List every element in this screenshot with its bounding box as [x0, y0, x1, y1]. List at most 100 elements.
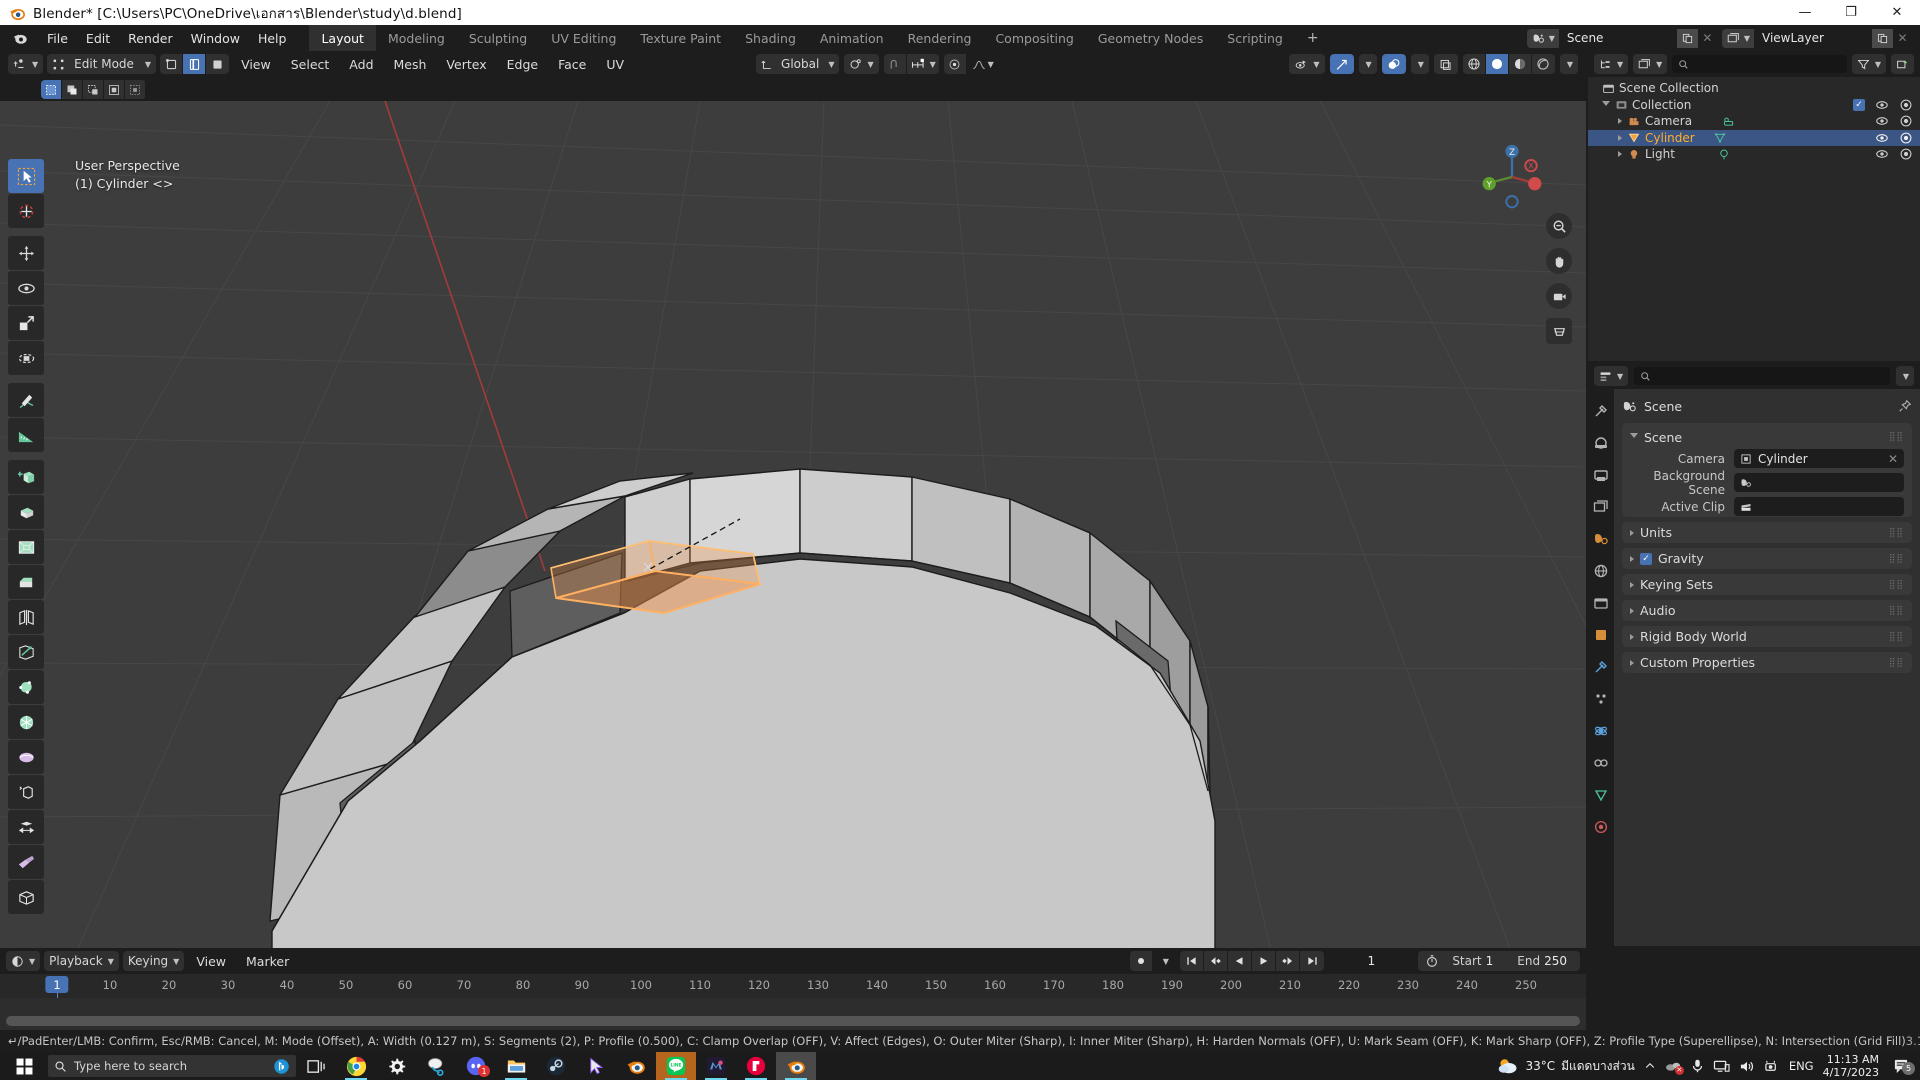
snap-settings-button[interactable]: ▼: [907, 54, 939, 74]
editor-type-selector[interactable]: ▼: [8, 54, 43, 74]
timeline-menu-view[interactable]: View: [188, 951, 234, 972]
tab-material-properties[interactable]: [1591, 817, 1611, 837]
chevron-right-icon[interactable]: [1630, 556, 1634, 562]
timeline-ruler[interactable]: 1 10 20 30 40 50 60 70 80 90 100 110 120…: [0, 974, 1586, 998]
weather-widget[interactable]: 33°C มีแดดบางส่วน: [1497, 1056, 1634, 1076]
viewport-menu-select[interactable]: Select: [283, 54, 338, 75]
outliner-display-mode-button[interactable]: ▼: [1633, 54, 1667, 74]
tab-scene-properties[interactable]: [1591, 529, 1611, 549]
tab-particle-properties[interactable]: [1591, 689, 1611, 709]
new-collection-button[interactable]: [1891, 54, 1914, 74]
tool-poly-build[interactable]: [8, 670, 44, 704]
volume-icon[interactable]: [1739, 1059, 1755, 1074]
jump-to-prev-keyframe-button[interactable]: [1204, 951, 1228, 971]
zoom-icon[interactable]: [1546, 213, 1572, 239]
viewlayer-name-text[interactable]: ViewLayer: [1754, 29, 1872, 48]
tool-scale[interactable]: [8, 306, 44, 340]
timeline-playhead[interactable]: 1: [45, 976, 68, 993]
snap-toggle-button[interactable]: [884, 54, 907, 74]
eye-icon[interactable]: [1875, 98, 1889, 112]
camera-render-icon[interactable]: [1899, 147, 1913, 161]
properties-options-button[interactable]: ▼: [1896, 366, 1914, 386]
tool-edge-slide[interactable]: [8, 810, 44, 844]
taskbar-app-cursor[interactable]: [576, 1052, 616, 1080]
tab-object-properties[interactable]: [1591, 625, 1611, 645]
taskbar-app-file-explorer[interactable]: [496, 1052, 536, 1080]
viewport-navigation-gizmo[interactable]: Z Y X: [1474, 139, 1550, 215]
timeline-menu-playback[interactable]: Playback▼: [44, 951, 119, 971]
visibility-selector[interactable]: ▼: [1289, 54, 1324, 74]
start-button[interactable]: [0, 1052, 48, 1080]
camera-render-icon[interactable]: [1899, 98, 1913, 112]
timeline-horizontal-scrollbar[interactable]: [6, 1016, 1580, 1026]
tool-knife[interactable]: [8, 635, 44, 669]
chevron-right-icon[interactable]: [1618, 118, 1622, 124]
tab-view-layer-properties[interactable]: [1591, 497, 1611, 517]
viewport-menu-mesh[interactable]: Mesh: [386, 54, 435, 75]
tab-compositing[interactable]: Compositing: [983, 25, 1085, 51]
camera-view-icon[interactable]: [1546, 283, 1572, 309]
tab-layout[interactable]: Layout: [309, 25, 376, 51]
jump-to-start-button[interactable]: [1180, 951, 1204, 971]
tool-cursor[interactable]: [8, 194, 44, 228]
tab-render-properties[interactable]: [1591, 433, 1611, 453]
menu-edit[interactable]: Edit: [77, 28, 119, 49]
maximize-button[interactable]: ❐: [1828, 0, 1874, 25]
end-frame-value[interactable]: 250: [1544, 954, 1578, 968]
tool-rip-region[interactable]: [8, 845, 44, 879]
tool-bevel[interactable]: [8, 565, 44, 599]
proportional-edit-toggle[interactable]: [944, 54, 967, 74]
rigid-body-world-panel[interactable]: Rigid Body World ⣿⣿: [1622, 626, 1912, 647]
timeline-menu-keying[interactable]: Keying▼: [123, 951, 184, 971]
vertex-select-mode-button[interactable]: [160, 54, 183, 74]
collection-checkbox[interactable]: ✓: [1853, 99, 1865, 111]
wireframe-shading-button[interactable]: [1463, 54, 1486, 74]
tool-add-cube[interactable]: [8, 460, 44, 494]
play-reverse-button[interactable]: [1228, 951, 1252, 971]
viewport-menu-uv[interactable]: UV: [598, 54, 632, 75]
chevron-right-icon[interactable]: [1630, 634, 1634, 640]
taskbar-app-discord[interactable]: 1: [456, 1052, 496, 1080]
remove-viewlayer-button[interactable]: ✕: [1893, 29, 1912, 48]
chevron-right-icon[interactable]: [1630, 582, 1634, 588]
tab-animation[interactable]: Animation: [808, 25, 896, 51]
tool-rotate[interactable]: [8, 271, 44, 305]
unlink-scene-button[interactable]: ✕: [1698, 29, 1717, 48]
tab-tool-properties[interactable]: [1591, 401, 1611, 421]
overlay-settings-dropdown[interactable]: ▼: [1411, 54, 1429, 74]
chevron-right-icon[interactable]: [1618, 135, 1622, 141]
properties-editor-type-button[interactable]: ▼: [1594, 366, 1628, 386]
show-hidden-icons-chevron-up-icon[interactable]: [1644, 1060, 1656, 1072]
tab-texture-paint[interactable]: Texture Paint: [628, 25, 733, 51]
chevron-right-icon[interactable]: [1630, 608, 1634, 614]
jump-to-next-keyframe-button[interactable]: [1276, 951, 1300, 971]
outliner-filter-button[interactable]: ▼: [1852, 54, 1886, 74]
tab-shading[interactable]: Shading: [733, 25, 808, 51]
tool-tweak-select[interactable]: [8, 159, 44, 193]
taskbar-search-input[interactable]: Type here to search: [48, 1055, 296, 1077]
microphone-icon[interactable]: [1691, 1058, 1704, 1074]
network-status-icon-wrap[interactable]: ✕: [1665, 1059, 1682, 1074]
tab-modifier-properties[interactable]: [1591, 657, 1611, 677]
close-button[interactable]: ✕: [1874, 0, 1920, 25]
chevron-down-icon[interactable]: [1630, 433, 1638, 441]
chevron-right-icon[interactable]: [1630, 660, 1634, 666]
tool-spin[interactable]: [8, 705, 44, 739]
view-layer-icon[interactable]: ▼: [1722, 29, 1754, 48]
tool-inset-faces[interactable]: [8, 530, 44, 564]
timeline-menu-marker[interactable]: Marker: [238, 951, 297, 972]
menu-window[interactable]: Window: [182, 28, 249, 49]
language-indicator[interactable]: ENG: [1789, 1059, 1814, 1073]
rendered-shading-button[interactable]: [1532, 54, 1555, 74]
tab-geometry-nodes[interactable]: Geometry Nodes: [1086, 25, 1215, 51]
tab-physics-properties[interactable]: [1591, 721, 1611, 741]
interaction-mode-selector[interactable]: Edit Mode ▼: [47, 54, 156, 74]
timeline-editor-type-button[interactable]: ▼: [6, 951, 40, 971]
chevron-down-icon[interactable]: [1602, 101, 1610, 109]
toggle-ortho-perspective-icon[interactable]: [1546, 318, 1572, 344]
new-scene-button[interactable]: [1677, 29, 1698, 48]
viewport-menu-face[interactable]: Face: [550, 54, 594, 75]
tool-annotate[interactable]: [8, 383, 44, 417]
chevron-right-icon[interactable]: [1630, 530, 1634, 536]
taskbar-app-blender[interactable]: [616, 1052, 656, 1080]
